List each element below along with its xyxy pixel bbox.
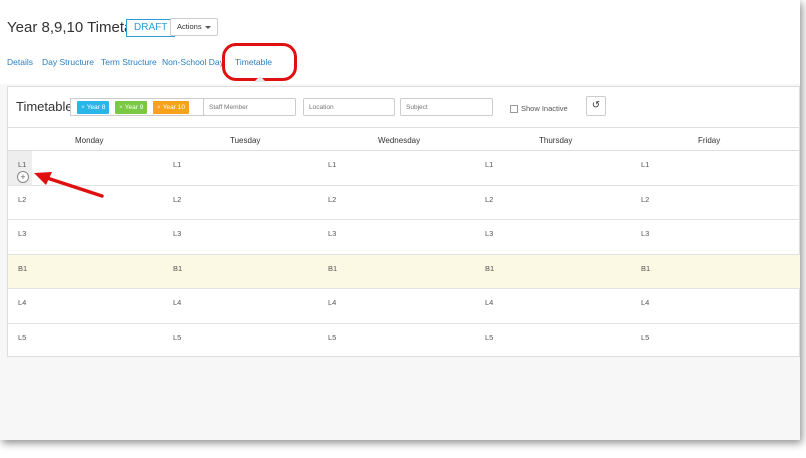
period-row-l3: L3 L3 L3 L3 L3	[8, 220, 800, 255]
period-cell[interactable]: L5	[641, 333, 649, 342]
period-cell[interactable]: L1	[641, 160, 649, 169]
status-badge: DRAFT	[126, 19, 176, 37]
year-tag-8[interactable]: × Year 8	[77, 101, 110, 114]
period-cell[interactable]: L2	[173, 195, 181, 204]
tab-non-school-day[interactable]: Non-School Day	[162, 57, 224, 67]
grid-header-row: Monday Tuesday Wednesday Thursday Friday	[8, 127, 800, 151]
day-header-friday: Friday	[698, 136, 721, 145]
show-inactive-checkbox[interactable]	[510, 105, 518, 114]
page-header: Year 8,9,10 Timetable DRAFT Actions Deta…	[0, 0, 800, 84]
reset-button[interactable]: ↺	[586, 96, 606, 116]
day-header-tuesday: Tuesday	[230, 136, 261, 145]
period-cell[interactable]: B1	[328, 264, 337, 273]
period-cell[interactable]: L5	[328, 333, 336, 342]
period-label: L1	[18, 160, 27, 169]
period-row-b1: B1 B1 B1 B1 B1	[8, 254, 800, 289]
actions-dropdown-button[interactable]: Actions	[170, 18, 218, 36]
period-cell[interactable]: B1	[485, 264, 494, 273]
remove-icon[interactable]: ×	[81, 104, 85, 111]
period-row-l4: L4 L4 L4 L4 L4	[8, 289, 800, 324]
period-cell[interactable]: L4	[173, 298, 181, 307]
arrow-shaft	[42, 175, 104, 198]
period-cell[interactable]: B1	[173, 264, 182, 273]
tab-day-structure[interactable]: Day Structure	[42, 57, 94, 67]
period-cell[interactable]: L2	[328, 195, 336, 204]
year-tag-10[interactable]: × Year 10	[153, 101, 189, 114]
period-cell[interactable]: L4	[641, 298, 649, 307]
subject-input[interactable]	[400, 98, 493, 116]
period-cell[interactable]: L4	[485, 298, 493, 307]
period-cell[interactable]: L3	[328, 229, 336, 238]
tab-term-structure[interactable]: Term Structure	[101, 57, 157, 67]
period-cell[interactable]: L3	[641, 229, 649, 238]
period-cell[interactable]: L5	[485, 333, 493, 342]
day-header-wednesday: Wednesday	[378, 136, 421, 145]
period-cell[interactable]: L4	[328, 298, 336, 307]
active-tab-pointer	[254, 76, 266, 82]
add-circle-icon[interactable]: +	[17, 171, 29, 183]
year-tag-9[interactable]: × Year 9	[115, 101, 148, 114]
period-cell[interactable]: L2	[485, 195, 493, 204]
period-label: B1	[18, 263, 28, 273]
period-label: L2	[18, 194, 27, 204]
period-row-l2: L2 L2 L2 L2 L2	[8, 186, 800, 220]
show-inactive-label: Show Inactive	[521, 104, 568, 113]
year-filter[interactable]: × Year 8 × Year 9 × Year 10	[70, 98, 204, 116]
annotation-arrow	[34, 172, 104, 198]
panel-title: Timetable	[16, 99, 73, 114]
staff-member-input[interactable]	[203, 98, 296, 116]
period-label: L5	[18, 332, 27, 342]
period-cell[interactable]: L1	[173, 160, 181, 169]
day-header-thursday: Thursday	[539, 136, 573, 145]
period-cell[interactable]: L5	[173, 333, 181, 342]
period-label: L3	[18, 229, 27, 238]
undo-icon: ↺	[591, 100, 601, 111]
app-window: Year 8,9,10 Timetable DRAFT Actions Deta…	[0, 0, 800, 440]
actions-label: Actions	[177, 22, 202, 31]
period-cell[interactable]: B1	[641, 264, 650, 273]
tab-details[interactable]: Details	[7, 57, 33, 67]
show-inactive-toggle[interactable]: Show Inactive	[510, 104, 568, 114]
period-label: L4	[18, 298, 27, 307]
day-header-monday: Monday	[75, 136, 104, 145]
period-cell[interactable]: L3	[485, 229, 493, 238]
panel-header: Timetable ×Year 8 ×Year 9 ×Year 10 Show …	[8, 87, 800, 127]
remove-icon[interactable]: ×	[119, 104, 123, 111]
remove-icon[interactable]: ×	[157, 104, 161, 111]
period-cell[interactable]: L2	[641, 195, 649, 204]
period-row-l5: L5 L5 L5 L5 L5	[8, 324, 800, 359]
timetable-grid: Monday Tuesday Wednesday Thursday Friday…	[8, 127, 800, 358]
caret-down-icon	[204, 25, 211, 29]
period-cell[interactable]: L1	[485, 160, 493, 169]
location-input[interactable]	[303, 98, 395, 116]
period-row-l1: L1 + L1 L1 L1 L1	[8, 151, 800, 186]
period-cell[interactable]: L3	[173, 229, 181, 238]
timetable-panel: Timetable ×Year 8 ×Year 9 ×Year 10 Show …	[7, 86, 800, 357]
period-cell[interactable]: L1	[328, 160, 336, 169]
